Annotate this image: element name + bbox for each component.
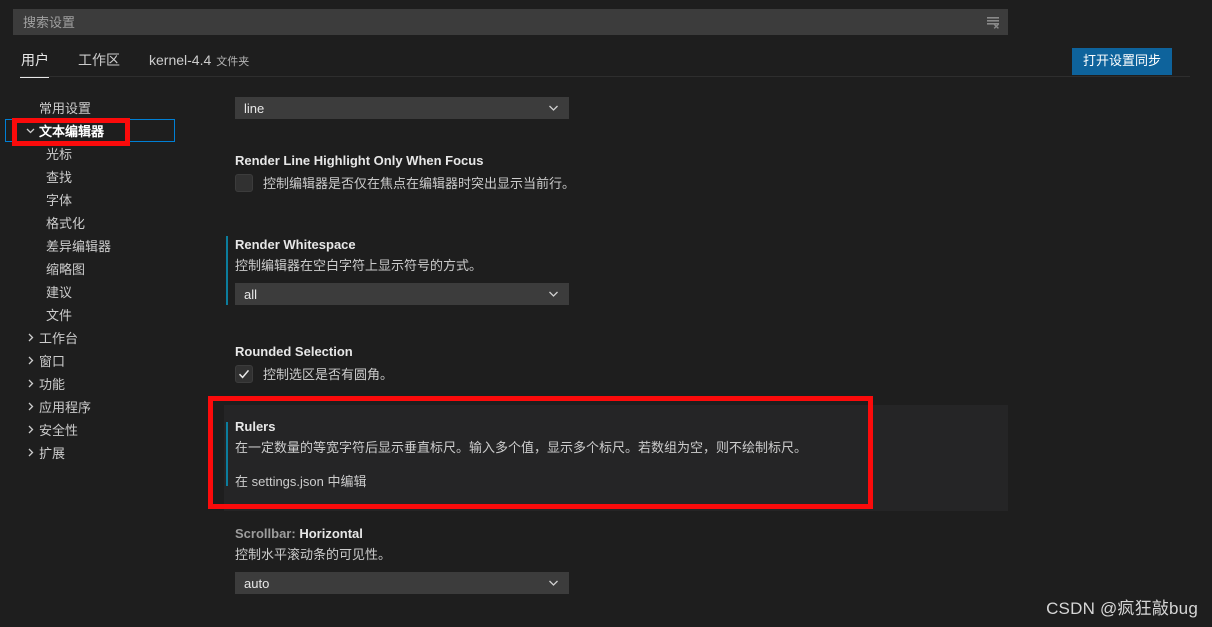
tab-user-label: 用户 — [21, 52, 49, 68]
sidebar-item-window[interactable]: 窗口 — [0, 349, 224, 372]
tab-workspace[interactable]: 工作区 — [77, 50, 130, 78]
select-render-line-highlight[interactable]: line — [235, 97, 569, 119]
sidebar-item-label: 工作台 — [39, 331, 79, 346]
sidebar-item-label: 字体 — [46, 193, 73, 208]
checkbox-row[interactable]: 控制选区是否有圆角。 — [235, 365, 1008, 384]
sidebar-item-label: 窗口 — [39, 354, 66, 369]
sidebar-item-features[interactable]: 功能 — [0, 372, 224, 395]
select-value: auto — [244, 575, 270, 591]
sidebar-item-label: 差异编辑器 — [46, 239, 112, 254]
tab-user[interactable]: 用户 — [20, 50, 59, 78]
sidebar-item-label: 格式化 — [46, 216, 86, 231]
sidebar-item-label: 功能 — [39, 377, 66, 392]
chevron-down-icon — [547, 577, 560, 590]
search-header — [0, 0, 1212, 42]
check-icon — [238, 369, 250, 379]
setting-description: 控制选区是否有圆角。 — [263, 367, 394, 382]
setting-description: 在一定数量的等宽字符后显示垂直标尺。输入多个值，显示多个标尺。若数组为空，则不绘… — [235, 440, 808, 455]
tab-bar: 用户 工作区 kernel-4.4 文件夹 — [0, 42, 1212, 83]
setting-title: Render Whitespace — [235, 237, 356, 252]
setting-row-rulers[interactable]: Rulers 在一定数量的等宽字符后显示垂直标尺。输入多个值，显示多个标尺。若数… — [224, 418, 1008, 490]
sidebar-item-security[interactable]: 安全性 — [0, 418, 224, 441]
sidebar-item-cursor[interactable]: 光标 — [0, 142, 224, 165]
sidebar-item-label: 应用程序 — [39, 400, 92, 415]
sidebar-item-label: 建议 — [46, 285, 73, 300]
sidebar-item-common[interactable]: 常用设置 — [0, 96, 224, 119]
modified-indicator — [226, 152, 228, 193]
chevron-right-icon — [22, 376, 38, 392]
setting-title: Render Line Highlight Only When Focus — [235, 153, 484, 168]
checkbox-row[interactable]: 控制编辑器是否仅在焦点在编辑器时突出显示当前行。 — [235, 174, 1008, 193]
setting-row-scrollbar-horizontal[interactable]: Scrollbar: Horizontal 控制水平滚动条的可见性。 auto — [224, 525, 1008, 594]
tab-workspace-label: 工作区 — [78, 52, 120, 68]
sidebar-item-workbench[interactable]: 工作台 — [0, 326, 224, 349]
tab-divider — [20, 76, 1190, 77]
chevron-right-icon — [22, 330, 38, 346]
chevron-right-icon — [22, 445, 38, 461]
modified-indicator — [226, 343, 228, 384]
sidebar-item-find[interactable]: 查找 — [0, 165, 224, 188]
checkbox-rounded-selection[interactable] — [235, 365, 253, 383]
sidebar-item-label: 文件 — [46, 308, 73, 323]
setting-row-render-whitespace[interactable]: Render Whitespace 控制编辑器在空白字符上显示符号的方式。 al… — [224, 236, 1008, 305]
sidebar-item-files[interactable]: 文件 — [0, 303, 224, 326]
sidebar-item-label: 光标 — [46, 147, 73, 162]
sidebar-item-formatting[interactable]: 格式化 — [0, 211, 224, 234]
sidebar-item-suggestions[interactable]: 建议 — [0, 280, 224, 303]
setting-row-render-line-highlight-only-when-focus[interactable]: Render Line Highlight Only When Focus 控制… — [224, 152, 1008, 193]
search-box[interactable] — [13, 9, 1008, 35]
sidebar-item-label: 常用设置 — [39, 101, 92, 116]
sidebar-item-label: 查找 — [46, 170, 73, 185]
checkbox-render-line-highlight-focus[interactable] — [235, 174, 253, 192]
setting-title: Scrollbar: Horizontal — [235, 525, 1008, 543]
sidebar-item-label: 扩展 — [39, 446, 66, 461]
setting-title: Rounded Selection — [235, 344, 353, 359]
setting-title: Rulers — [235, 419, 276, 434]
sidebar-item-application[interactable]: 应用程序 — [0, 395, 224, 418]
setting-description: 控制编辑器是否仅在焦点在编辑器时突出显示当前行。 — [263, 176, 576, 191]
select-value: line — [244, 100, 265, 116]
modified-indicator — [226, 97, 228, 119]
setting-description: 控制编辑器在空白字符上显示符号的方式。 — [235, 258, 483, 273]
settings-editor: 用户 工作区 kernel-4.4 文件夹 打开设置同步 常用设置 文本编辑器 光… — [0, 0, 1212, 627]
settings-list[interactable]: line Render Line Highlight Only When Foc… — [224, 88, 1212, 627]
search-input[interactable] — [14, 10, 979, 34]
modified-indicator — [226, 525, 228, 594]
sidebar-item-font[interactable]: 字体 — [0, 188, 224, 211]
watermark: CSDN @疯狂敲bug — [1046, 599, 1198, 618]
chevron-right-icon — [22, 399, 38, 415]
setting-row-rounded-selection[interactable]: Rounded Selection 控制选区是否有圆角。 — [224, 343, 1008, 384]
select-value: all — [244, 286, 258, 302]
edit-in-settings-json-link[interactable]: 在 settings.json 中编辑 — [235, 471, 1008, 490]
sidebar-item-minimap[interactable]: 缩略图 — [0, 257, 224, 280]
sidebar-item-label: 缩略图 — [46, 262, 86, 277]
chevron-down-icon — [547, 288, 560, 301]
setting-description: 控制水平滚动条的可见性。 — [235, 547, 392, 562]
setting-name: Horizontal — [299, 526, 363, 541]
chevron-right-icon — [22, 353, 38, 369]
chevron-down-icon — [22, 123, 38, 139]
select-scrollbar-horizontal[interactable]: auto — [235, 572, 569, 594]
setting-row-partial-top[interactable]: line — [224, 97, 1008, 119]
tab-folder[interactable]: kernel-4.4 文件夹 — [148, 52, 259, 77]
open-settings-sync-button[interactable]: 打开设置同步 — [1071, 48, 1172, 76]
clear-filter-icon[interactable] — [979, 9, 1007, 35]
tab-folder-label: kernel-4.4 — [149, 52, 212, 68]
settings-toc[interactable]: 常用设置 文本编辑器 光标 查找 字体 格式化 差异编辑器 缩略图 建议 文件 … — [0, 96, 224, 627]
tab-list: 用户 工作区 kernel-4.4 文件夹 — [20, 50, 277, 78]
chevron-down-icon — [547, 102, 560, 115]
chevron-right-icon — [22, 422, 38, 438]
sidebar-item-text-editor[interactable]: 文本编辑器 — [0, 119, 224, 142]
sidebar-item-diff-editor[interactable]: 差异编辑器 — [0, 234, 224, 257]
sidebar-item-label: 安全性 — [39, 423, 79, 438]
sidebar-item-label: 文本编辑器 — [39, 124, 105, 139]
select-render-whitespace[interactable]: all — [235, 283, 569, 305]
modified-indicator — [226, 236, 228, 305]
setting-category: Scrollbar: — [235, 526, 296, 541]
tab-folder-suffix: 文件夹 — [216, 56, 250, 68]
sidebar-item-extensions[interactable]: 扩展 — [0, 441, 224, 464]
modified-indicator — [226, 422, 228, 486]
